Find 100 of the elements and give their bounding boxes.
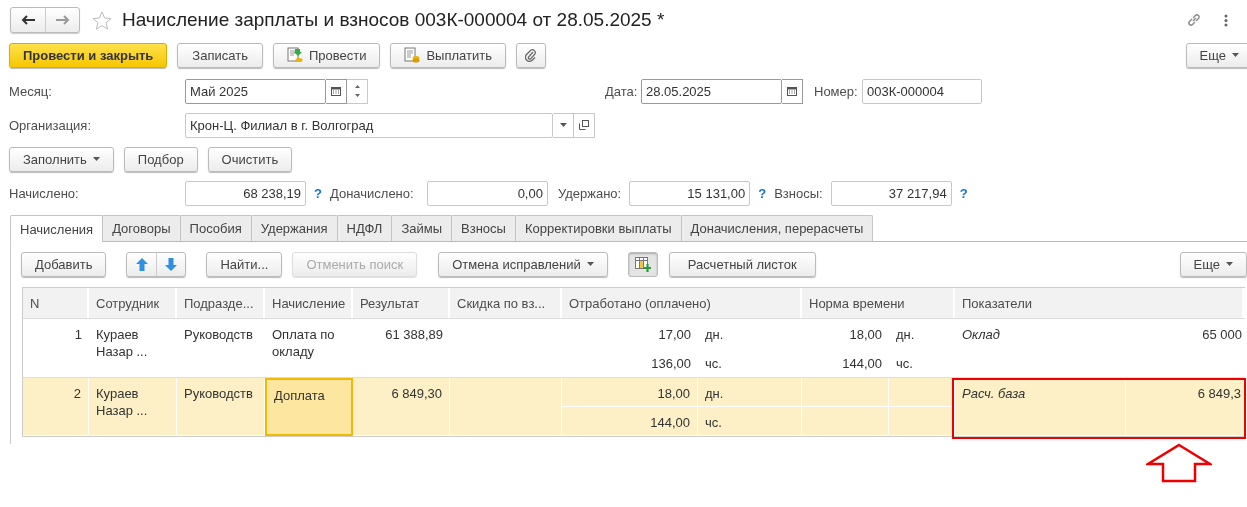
calendar-icon (787, 86, 797, 96)
add-button[interactable]: Добавить (21, 251, 107, 277)
calendar-icon (331, 86, 341, 96)
star-icon[interactable] (92, 10, 112, 30)
document-coins-icon (404, 47, 421, 63)
post-and-close-button[interactable]: Провести и закрыть (9, 42, 168, 68)
column-header[interactable]: Отработано (оплачено) (562, 288, 802, 318)
column-header[interactable]: Результат (353, 288, 450, 318)
table-cell-text: дн. (704, 326, 725, 344)
more-button[interactable]: Еще (1185, 42, 1247, 68)
column-header[interactable]: Подразде... (177, 288, 265, 318)
table-cell: Расч. база (955, 378, 1126, 436)
tab[interactable]: Начисления (10, 215, 104, 242)
table-settings-button[interactable] (627, 251, 658, 277)
more-button[interactable]: Еще (1179, 251, 1247, 277)
link-icon[interactable] (1186, 12, 1202, 28)
toolbar-button[interactable]: Подбор (123, 146, 198, 172)
fill-button[interactable]: Заполнить (9, 146, 114, 172)
table-cell-text: Оплата по окладу (271, 326, 336, 361)
table-cell-text: 65 000 (1201, 326, 1243, 344)
more-menu-icon[interactable] (1224, 13, 1228, 27)
field-label: Организация: (9, 117, 93, 133)
field-label: Взносы: (774, 185, 823, 201)
date-field[interactable]: 28.05.2025 (641, 78, 782, 104)
document-coins-icon (286, 47, 303, 63)
back-arrow-icon (21, 15, 35, 25)
table-cell-text: 136,00 (650, 355, 692, 373)
table-cell-text: дн. (895, 326, 916, 344)
table-cell: 18,00 (562, 378, 698, 407)
table-cell-text: 61 388,89 (384, 326, 444, 344)
caret-icon (559, 123, 567, 127)
table-cell: дн. (698, 378, 802, 407)
payslip-button[interactable]: Расчетный листок (668, 251, 816, 277)
forward-arrow-icon (55, 15, 70, 25)
spin-button[interactable] (347, 78, 368, 104)
tab[interactable]: Доначисления, перерасчеты (680, 215, 874, 241)
amount-field[interactable]: 15 131,00 (629, 180, 751, 206)
help-link[interactable]: ? (959, 185, 968, 201)
table-cell: чс. (698, 407, 802, 436)
column-header[interactable]: Начисление (265, 288, 353, 318)
amount-field[interactable]: 37 217,94 (830, 180, 952, 206)
table-cell: 144,00 (562, 407, 698, 436)
calendar-button[interactable] (782, 78, 803, 104)
table-cell-text: 18,00 (848, 326, 883, 344)
table-cell-text: 17,00 (657, 326, 692, 344)
table-cell (889, 378, 955, 407)
tab[interactable]: Удержания (250, 215, 338, 241)
window-title: Начисление зарплаты и взносов 003К-000004 от 28.05.2025 * (122, 9, 665, 31)
table-cell-text: Руководств (183, 326, 254, 344)
field-label: Дата: (605, 83, 639, 99)
find-button[interactable]: Найти... (206, 251, 283, 277)
open-button[interactable] (574, 112, 595, 138)
annotation-arrow (1146, 443, 1212, 483)
tab[interactable]: Договоры (102, 215, 181, 241)
field-label: Доначислено: (329, 185, 415, 201)
pay-button[interactable]: Выплатить (390, 42, 506, 68)
caret-icon (586, 262, 594, 266)
caret-icon (1232, 53, 1239, 57)
tab[interactable]: Корректировки выплаты (514, 215, 682, 241)
tab[interactable]: НДФЛ (336, 215, 393, 241)
calendar-button[interactable] (326, 78, 347, 104)
paperclip-icon (524, 48, 537, 62)
caret-icon (1226, 262, 1233, 266)
down-arrow-icon (165, 257, 178, 271)
tab[interactable]: Займы (391, 215, 453, 241)
column-header[interactable]: Норма времени (802, 288, 955, 318)
table-cell: Доплата (265, 378, 353, 436)
column-header[interactable]: Сотрудник (89, 288, 177, 318)
help-link[interactable]: ? (758, 185, 767, 201)
table-cell-text: 144,00 (841, 355, 883, 373)
table-cell-text: Оклад (961, 326, 1001, 344)
toolbar-button[interactable]: Очистить (207, 146, 293, 172)
post-button[interactable]: Провести (272, 42, 381, 68)
up-arrow-icon (135, 257, 148, 271)
column-header[interactable]: N (23, 288, 89, 318)
attach-button[interactable] (515, 42, 546, 68)
organization-field[interactable]: Крон-Ц. Филиал в г. Волгоград (185, 112, 553, 138)
amount-field[interactable]: 68 238,19 (185, 180, 306, 206)
table-add-icon (634, 256, 651, 272)
month-field[interactable]: Май 2025 (185, 78, 326, 104)
amount-field[interactable]: 0,00 (426, 180, 548, 206)
help-link[interactable]: ? (314, 185, 322, 201)
tab[interactable]: Пособия (179, 215, 252, 241)
tab[interactable]: Взносы (451, 215, 516, 241)
field-label: Номер: (814, 83, 859, 99)
dropdown-button[interactable] (553, 112, 574, 138)
column-header[interactable]: Скидка по вз... (450, 288, 562, 318)
number-field[interactable]: 003К-000004 (862, 78, 982, 104)
field-label: Начислено: (9, 185, 80, 201)
table-row[interactable]: 2 Кураев Назар ... Руководств Доплата 6 849,30 18,00 дн. 144,00 чс. Расч. база 6 849,3 (23, 377, 1245, 436)
column-header[interactable]: Показатели (955, 288, 1244, 318)
save-button[interactable]: Записать (177, 42, 263, 68)
table-cell: 6 849,3 (1126, 378, 1244, 436)
table-cell-text: Кураев Назар ... (95, 326, 149, 361)
table-cell: 6 849,30 (353, 378, 450, 436)
cancel-fixes-button[interactable]: Отмена исправлений (438, 251, 608, 277)
table-cell: 2 (23, 378, 89, 436)
table-cell: Кураев Назар ... (89, 378, 177, 436)
table-cell-text: чс. (895, 355, 914, 373)
field-label: Месяц: (9, 83, 53, 99)
